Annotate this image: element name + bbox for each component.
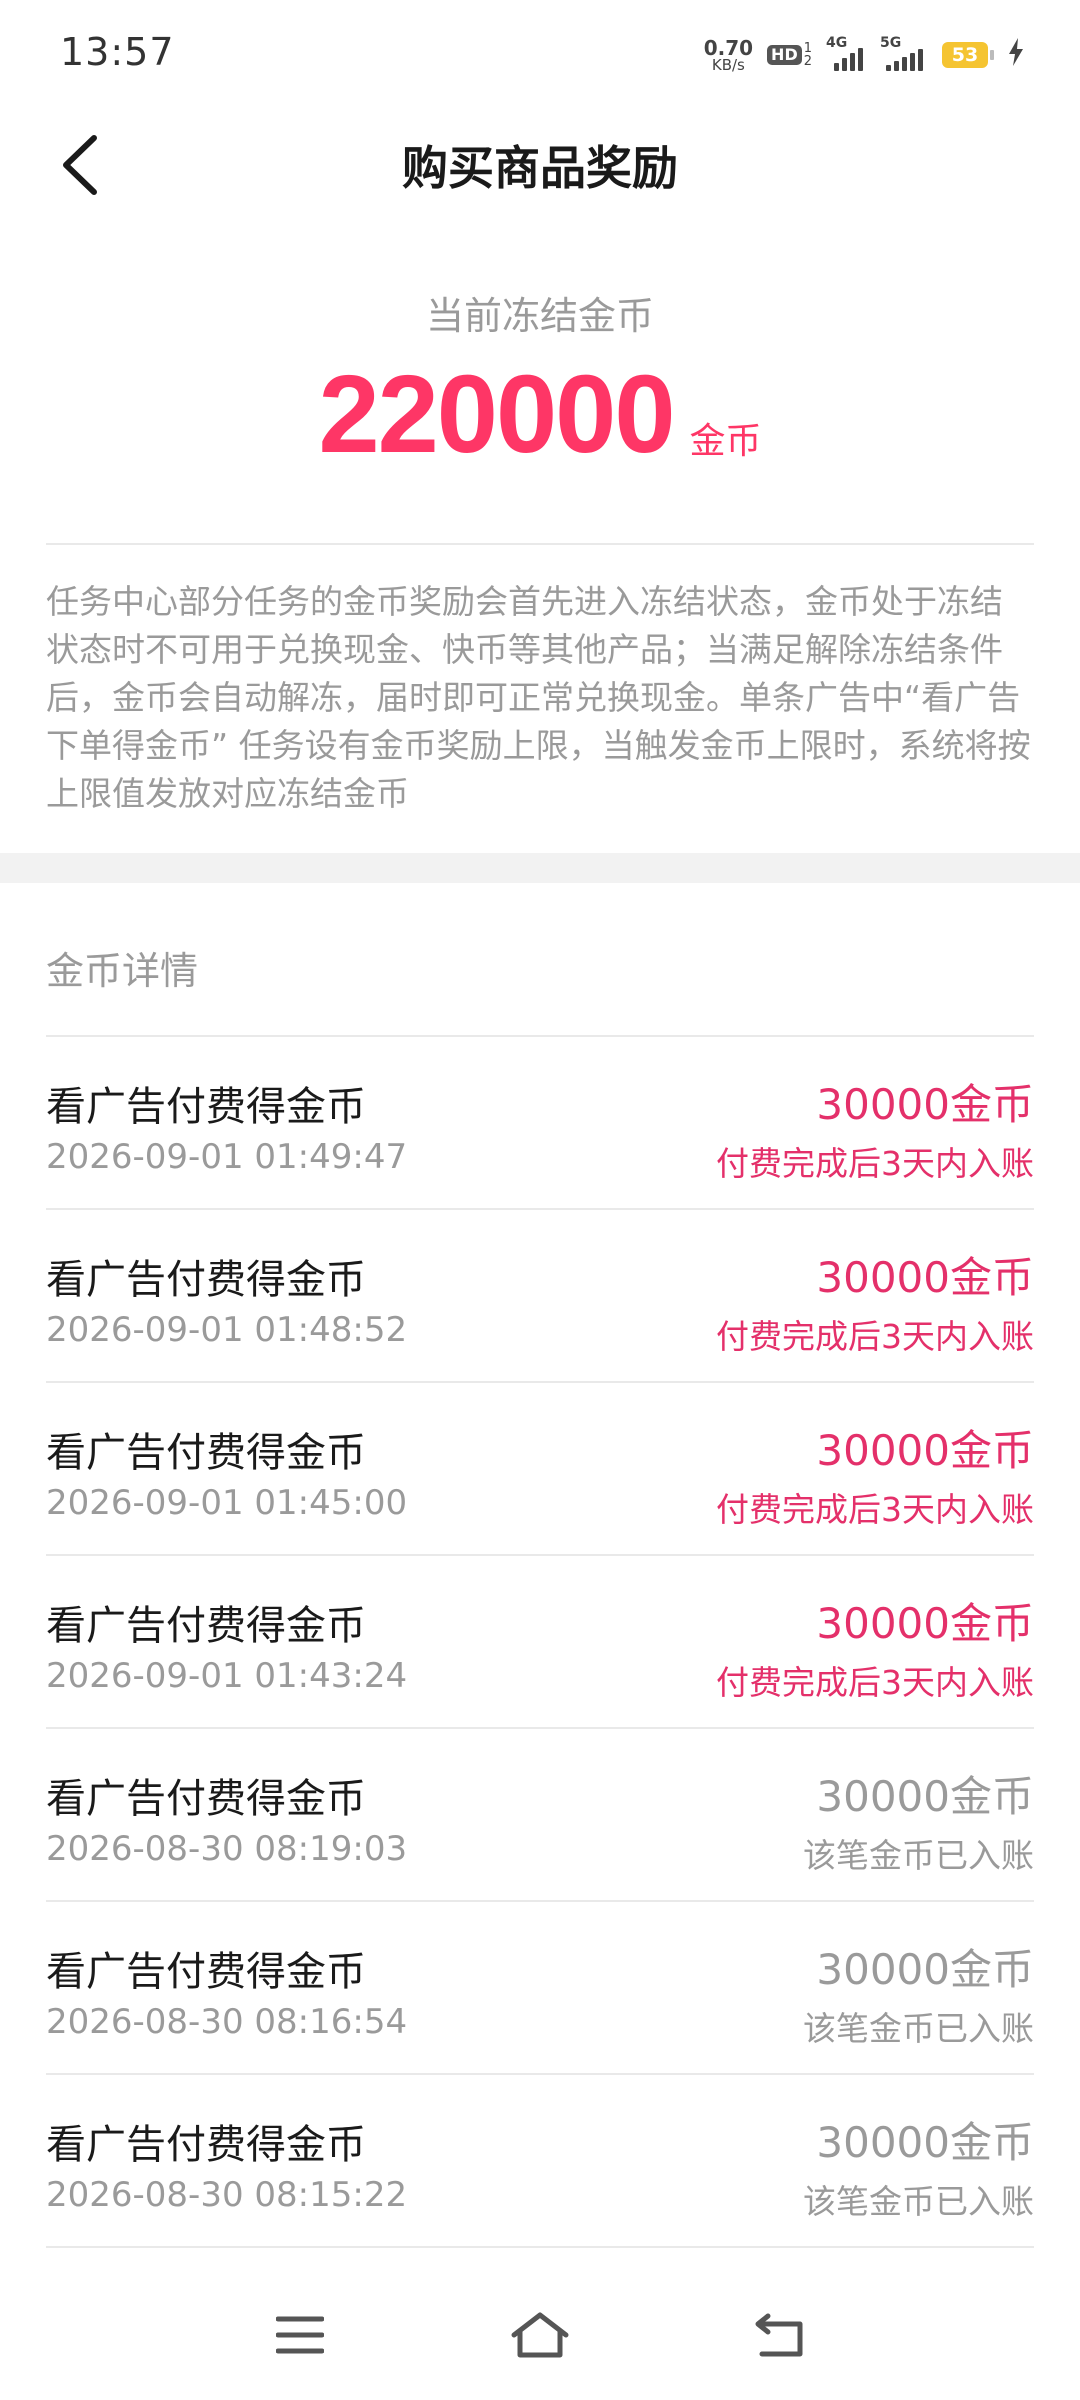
record-amount: 30000金币 bbox=[816, 1945, 1034, 1994]
signal-bar bbox=[918, 49, 923, 71]
signal-bar bbox=[910, 53, 915, 71]
divider bbox=[46, 543, 1034, 545]
record-status: 该笔金币已入账 bbox=[803, 2182, 1034, 2221]
status-bar: 13:57 0.70 KB/s HD 1 2 4G 5G 53 bbox=[0, 0, 1080, 110]
record-amount: 30000金币 bbox=[816, 1253, 1034, 1302]
status-time: 13:57 bbox=[60, 30, 175, 74]
record-time: 2026-09-01 01:45:00 bbox=[46, 1483, 408, 1523]
page-header: 购买商品奖励 bbox=[0, 110, 1080, 220]
battery-level: 53 bbox=[942, 42, 988, 68]
coin-record-row[interactable]: 看广告付费得金币 2026-09-01 01:43:24 30000金币 付费完… bbox=[46, 1556, 1034, 1729]
record-name: 看广告付费得金币 bbox=[46, 1430, 366, 1476]
coin-details-list: 看广告付费得金币 2026-09-01 01:49:47 30000金币 付费完… bbox=[46, 1037, 1034, 2248]
signal-bar bbox=[834, 63, 839, 71]
signal-bar bbox=[842, 58, 847, 71]
signal-4g-label: 4G bbox=[826, 35, 848, 51]
return-icon bbox=[755, 2313, 803, 2357]
section-separator bbox=[0, 853, 1080, 883]
coin-record-row[interactable]: 看广告付费得金币 2026-09-01 01:45:00 30000金币 付费完… bbox=[46, 1383, 1034, 1556]
coin-details-title: 金币详情 bbox=[46, 949, 199, 993]
record-status: 付费完成后3天内入账 bbox=[716, 1663, 1034, 1702]
record-status: 该笔金币已入账 bbox=[803, 1836, 1034, 1875]
signal-bar bbox=[886, 65, 891, 71]
menu-icon bbox=[276, 2316, 324, 2354]
charging-icon bbox=[1008, 38, 1024, 72]
record-name: 看广告付费得金币 bbox=[46, 2122, 366, 2168]
record-amount: 30000金币 bbox=[816, 1599, 1034, 1648]
battery-tip bbox=[990, 50, 994, 60]
record-amount: 30000金币 bbox=[816, 1080, 1034, 1129]
record-amount: 30000金币 bbox=[816, 2118, 1034, 2167]
record-time: 2026-09-01 01:43:24 bbox=[46, 1656, 408, 1696]
hd-voice-icon: HD 1 2 bbox=[767, 42, 812, 68]
network-speed: 0.70 KB/s bbox=[704, 38, 753, 73]
record-name: 看广告付费得金币 bbox=[46, 1949, 366, 1995]
signal-bar bbox=[858, 48, 863, 71]
frozen-coins-notice: 任务中心部分任务的金币奖励会首先进入冻结状态，金币处于冻结状态时不可用于兑换现金… bbox=[46, 582, 1031, 813]
record-time: 2026-09-01 01:48:52 bbox=[46, 1310, 408, 1350]
battery-icon: 53 bbox=[942, 42, 994, 68]
signal-bar bbox=[894, 61, 899, 71]
coin-record-row[interactable]: 看广告付费得金币 2026-08-30 08:15:22 30000金币 该笔金… bbox=[46, 2075, 1034, 2248]
record-time: 2026-08-30 08:16:54 bbox=[46, 2002, 408, 2042]
signal-5g-icon: 5G bbox=[880, 35, 928, 71]
record-time: 2026-08-30 08:19:03 bbox=[46, 1829, 408, 1869]
status-icons: 0.70 KB/s HD 1 2 4G 5G 53 bbox=[704, 30, 1024, 80]
frozen-coins-label: 当前冻结金币 bbox=[425, 294, 654, 338]
hd-label: HD bbox=[767, 45, 802, 65]
signal-bar bbox=[850, 53, 855, 71]
record-amount: 30000金币 bbox=[816, 1772, 1034, 1821]
record-status: 该笔金币已入账 bbox=[803, 2009, 1034, 2048]
signal-5g-label: 5G bbox=[880, 35, 902, 51]
coin-record-row[interactable]: 看广告付费得金币 2026-09-01 01:48:52 30000金币 付费完… bbox=[46, 1210, 1034, 1383]
record-status: 付费完成后3天内入账 bbox=[716, 1490, 1034, 1529]
record-status: 付费完成后3天内入账 bbox=[716, 1317, 1034, 1356]
hd-num-bottom: 2 bbox=[803, 54, 812, 69]
network-speed-unit: KB/s bbox=[711, 55, 745, 74]
record-time: 2026-09-01 01:49:47 bbox=[46, 1137, 408, 1177]
home-button[interactable] bbox=[500, 2300, 580, 2370]
record-name: 看广告付费得金币 bbox=[46, 1603, 366, 1649]
system-back-button[interactable] bbox=[740, 2300, 820, 2370]
frozen-coins-unit: 金币 bbox=[689, 421, 762, 462]
home-icon bbox=[511, 2312, 569, 2358]
signal-bar bbox=[902, 57, 907, 71]
record-amount: 30000金币 bbox=[816, 1426, 1034, 1475]
frozen-coins-page: 13:57 0.70 KB/s HD 1 2 4G 5G 53 购买商品奖励 当… bbox=[0, 0, 1080, 2400]
frozen-coins-amount: 220000 金币 bbox=[0, 360, 1080, 470]
record-time: 2026-08-30 08:15:22 bbox=[46, 2175, 408, 2215]
signal-4g-icon: 4G bbox=[826, 35, 866, 71]
network-speed-value: 0.70 bbox=[703, 35, 754, 60]
recent-apps-button[interactable] bbox=[260, 2300, 340, 2370]
frozen-coins-value: 220000 bbox=[318, 353, 675, 476]
record-name: 看广告付费得金币 bbox=[46, 1776, 366, 1822]
record-name: 看广告付费得金币 bbox=[46, 1257, 366, 1303]
coin-record-row[interactable]: 看广告付费得金币 2026-08-30 08:19:03 30000金币 该笔金… bbox=[46, 1729, 1034, 1902]
record-name: 看广告付费得金币 bbox=[46, 1084, 366, 1130]
coin-record-row[interactable]: 看广告付费得金币 2026-09-01 01:49:47 30000金币 付费完… bbox=[46, 1037, 1034, 1210]
record-status: 付费完成后3天内入账 bbox=[716, 1144, 1034, 1183]
coin-record-row[interactable]: 看广告付费得金币 2026-08-30 08:16:54 30000金币 该笔金… bbox=[46, 1902, 1034, 2075]
page-title: 购买商品奖励 bbox=[402, 141, 678, 195]
hd-sim-numbers: 1 2 bbox=[804, 42, 812, 68]
system-navigation-bar bbox=[0, 2280, 1080, 2390]
